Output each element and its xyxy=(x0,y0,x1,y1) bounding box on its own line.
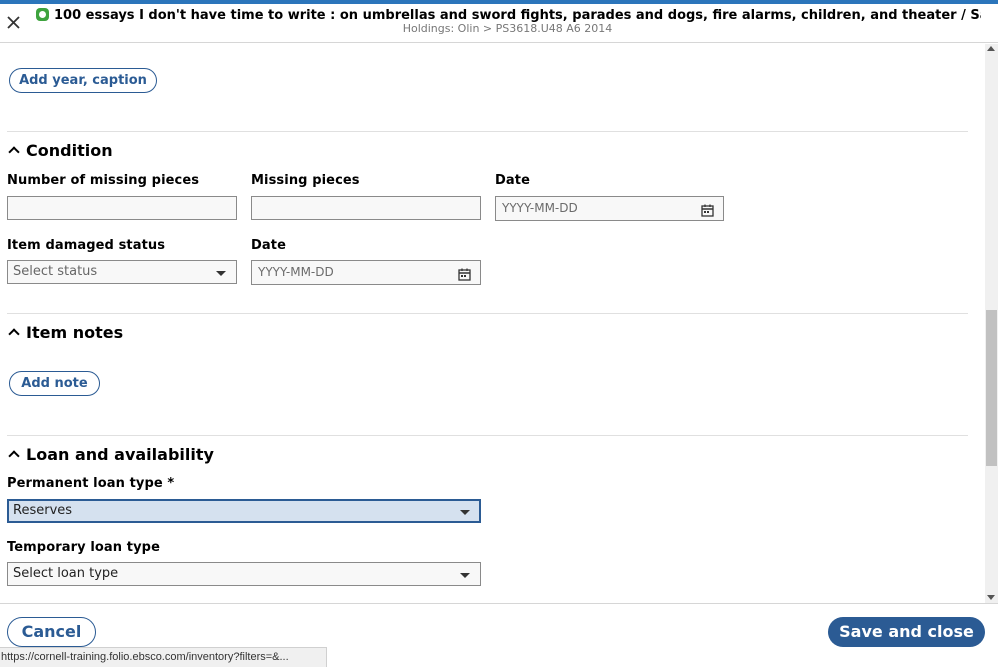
permanent-loan-value: Reserves xyxy=(13,503,73,518)
holdings-subtitle: Holdings: Olin > PS3618.U48 A6 2014 xyxy=(402,22,613,35)
damaged-status-label: Item damaged status xyxy=(7,238,166,253)
vertical-scrollbar[interactable] xyxy=(985,44,998,603)
chevron-up-icon xyxy=(8,328,20,340)
missing-count-input[interactable] xyxy=(7,196,237,220)
section-divider xyxy=(7,313,968,314)
temporary-loan-label: Temporary loan type xyxy=(7,540,160,555)
missing-date-label: Date xyxy=(495,173,530,188)
scroll-up-arrow-icon[interactable] xyxy=(987,46,995,51)
condition-section-toggle[interactable]: Condition xyxy=(7,140,113,162)
damaged-status-value: Select status xyxy=(13,264,98,279)
date-placeholder: YYYY-MM-DD xyxy=(258,265,334,279)
section-divider xyxy=(7,435,968,436)
chevron-up-icon xyxy=(8,450,20,462)
record-title-text: 100 essays I don't have time to write : … xyxy=(54,8,981,23)
missing-date-input[interactable]: YYYY-MM-DD xyxy=(495,196,724,221)
status-icon xyxy=(36,8,49,21)
form-content: Add year, caption Condition Number of mi… xyxy=(0,44,985,603)
browser-status-url: https://cornell-training.folio.ebsco.com… xyxy=(0,647,327,667)
loan-section-toggle[interactable]: Loan and availability xyxy=(7,444,214,466)
damaged-date-label: Date xyxy=(251,238,286,253)
pane-header: 100 essays I don't have time to write : … xyxy=(0,4,998,43)
dropdown-arrow-icon xyxy=(460,510,470,515)
calendar-icon[interactable] xyxy=(458,266,471,281)
missing-pieces-label: Missing pieces xyxy=(251,173,360,188)
chevron-up-icon xyxy=(8,146,20,158)
scroll-down-arrow-icon[interactable] xyxy=(987,595,995,600)
dropdown-arrow-icon xyxy=(460,573,470,578)
add-year-caption-button[interactable]: Add year, caption xyxy=(9,68,157,93)
scroll-thumb[interactable] xyxy=(986,310,997,466)
missing-pieces-input[interactable] xyxy=(251,196,481,220)
missing-count-label: Number of missing pieces xyxy=(7,173,200,188)
damaged-status-select[interactable]: Select status xyxy=(7,260,237,284)
condition-heading: Condition xyxy=(26,141,113,160)
temporary-loan-value: Select loan type xyxy=(13,566,119,581)
cancel-button[interactable]: Cancel xyxy=(7,617,96,647)
damaged-date-input[interactable]: YYYY-MM-DD xyxy=(251,260,481,285)
permanent-loan-select[interactable]: Reserves xyxy=(7,499,481,523)
section-divider xyxy=(7,131,968,132)
temporary-loan-select[interactable]: Select loan type xyxy=(7,562,481,586)
item-notes-section-toggle[interactable]: Item notes xyxy=(7,322,123,344)
dropdown-arrow-icon xyxy=(216,271,226,276)
calendar-icon[interactable] xyxy=(701,202,714,217)
item-notes-heading: Item notes xyxy=(26,323,124,342)
date-placeholder: YYYY-MM-DD xyxy=(502,201,578,215)
add-note-button[interactable]: Add note xyxy=(9,371,100,396)
permanent-loan-label: Permanent loan type * xyxy=(7,476,175,491)
loan-heading: Loan and availability xyxy=(26,445,214,464)
save-and-close-button[interactable]: Save and close xyxy=(828,617,985,647)
